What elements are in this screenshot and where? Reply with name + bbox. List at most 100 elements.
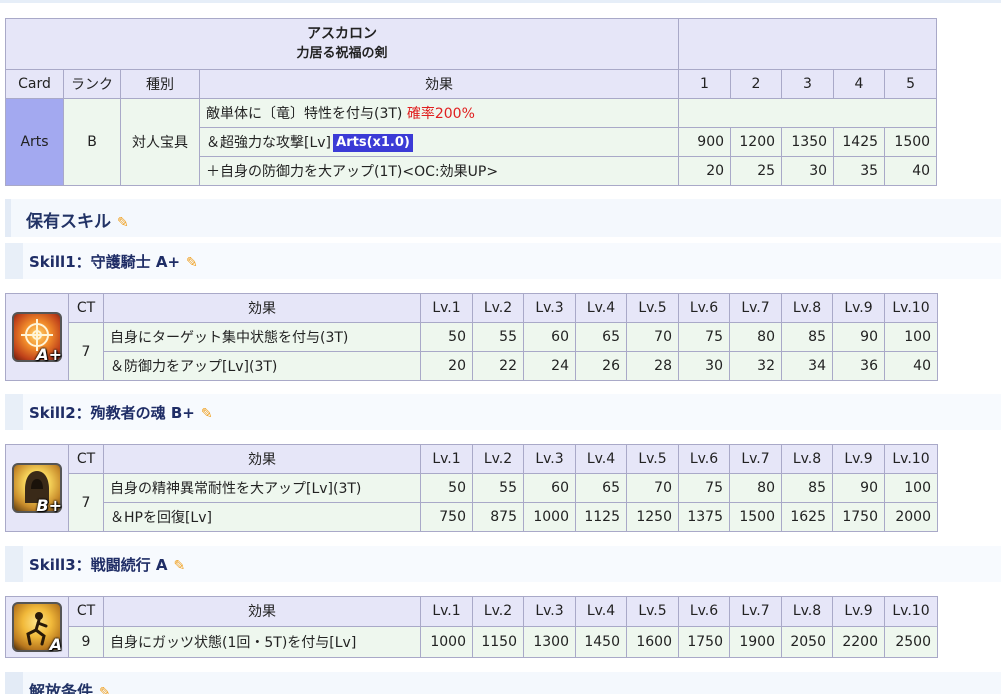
skill-value: 36: [832, 351, 885, 381]
skill1-header: Skill1：守護騎士 A+ ✎: [5, 243, 1001, 279]
skill-value: 90: [832, 322, 885, 352]
skill-header-lv: Lv.8: [781, 293, 833, 323]
skill-header-lv: Lv.5: [626, 596, 679, 627]
np-value: 25: [730, 156, 783, 186]
skill-value: 26: [575, 351, 627, 381]
skill2-rank: B+: [36, 496, 62, 515]
skill-header-lv: Lv.10: [884, 293, 938, 323]
skill-value: 1375: [678, 502, 730, 532]
np-header-type: 種別: [120, 69, 200, 99]
release-conditions-title-wrap: 解放条件 ✎: [29, 678, 111, 694]
np-value: 1500: [884, 127, 938, 157]
skill1-title-wrap: Skill1：守護騎士 A+ ✎: [29, 251, 198, 272]
np-title-blank: [678, 18, 938, 70]
skill3-title-wrap: Skill3：戦闘続行 A ✎: [29, 554, 185, 575]
np-value: 900: [678, 127, 732, 157]
skill-effect-text: ＆HPを回復[Lv]: [103, 502, 421, 532]
skill-value: 1450: [575, 625, 627, 659]
skill3-rank: A: [49, 635, 62, 654]
skill-value: 1150: [472, 625, 524, 659]
skill-header-effect: 効果: [103, 444, 421, 474]
skill-value: 24: [523, 351, 576, 381]
skill-header-lv: Lv.4: [575, 444, 627, 474]
pencil-icon[interactable]: ✎: [201, 406, 213, 422]
np-header-lv1: 1: [678, 69, 732, 99]
skill-value: 75: [678, 473, 730, 503]
skill1-ct: 7: [68, 322, 104, 381]
skill-header-lv: Lv.7: [729, 596, 782, 627]
skill-header-lv: Lv.6: [678, 444, 730, 474]
skill-header-effect: 効果: [103, 293, 421, 323]
skill-value: 100: [884, 473, 938, 503]
skill-value: 40: [884, 351, 938, 381]
skill-header-lv: Lv.8: [781, 444, 833, 474]
np-header-lv3: 3: [781, 69, 835, 99]
np-value: 30: [781, 156, 835, 186]
top-divider: [0, 0, 1001, 3]
skill-effect-text: 自身の精神異常耐性を大アップ[Lv](3T): [103, 473, 421, 503]
np-effect-row: ＋自身の防御力を大アップ(1T)<OC:効果UP>: [198, 156, 680, 186]
pencil-icon[interactable]: ✎: [173, 558, 185, 574]
skill-header-lv: Lv.3: [523, 596, 576, 627]
skill-value: 60: [523, 322, 576, 352]
release-conditions-title: 解放条件: [29, 682, 94, 694]
np-title-cell: アスカロン 力居る祝福の剣: [4, 18, 680, 70]
np-card-type: Arts: [5, 98, 64, 186]
skill-value: 85: [781, 322, 833, 352]
skill-header-lv: Lv.1: [420, 293, 473, 323]
skill-value: 1500: [729, 502, 782, 532]
skill-header-lv: Lv.10: [884, 596, 938, 627]
np-value: 1425: [833, 127, 886, 157]
np-header-lv4: 4: [833, 69, 886, 99]
skill-value: 2200: [832, 625, 885, 659]
skill-value: 30: [678, 351, 730, 381]
skill-value: 22: [472, 351, 524, 381]
skills-section-title: 保有スキル: [26, 212, 111, 232]
skill-value: 750: [420, 502, 473, 532]
skill-header-ct: CT: [68, 596, 104, 627]
skill-header-ct: CT: [68, 293, 104, 323]
skill1-rank: A+: [36, 345, 62, 364]
skill-header-effect: 効果: [103, 596, 421, 627]
pencil-icon[interactable]: ✎: [117, 215, 129, 231]
arts-multiplier-badge: Arts(x1.0): [333, 134, 414, 152]
pencil-icon[interactable]: ✎: [99, 685, 111, 694]
np-effect-row: 敵単体に〔竜〕特性を付与(3T) 確率200%: [198, 98, 680, 128]
skill-header-lv: Lv.1: [420, 444, 473, 474]
skill-value: 1750: [678, 625, 730, 659]
skill-header-lv: Lv.1: [420, 596, 473, 627]
skill-value: 1125: [575, 502, 627, 532]
skill-header-lv: Lv.4: [575, 596, 627, 627]
skill-effect-text: 自身にガッツ状態(1回・5T)を付与[Lv]: [103, 625, 421, 659]
skill3-table: A CT 効果 Lv.1 Lv.2 Lv.3 Lv.4 Lv.5 Lv.6 Lv…: [5, 596, 938, 659]
np-value: 1200: [730, 127, 783, 157]
skill-header-lv: Lv.2: [472, 596, 524, 627]
hooded-figure-icon: B+: [12, 463, 62, 515]
skill-value: 20: [420, 351, 473, 381]
skill-value: 80: [729, 322, 782, 352]
np-header-rank: ランク: [63, 69, 121, 99]
kneeling-figure-icon: A: [12, 602, 62, 654]
skill-value: 60: [523, 473, 576, 503]
np-header-card: Card: [5, 69, 64, 99]
skill-header-lv: Lv.7: [729, 444, 782, 474]
np-subtitle: 力居る祝福の剣: [296, 46, 388, 61]
pencil-icon[interactable]: ✎: [186, 255, 198, 271]
np-header-lv5: 5: [884, 69, 938, 99]
skill3-icon-cell: A: [5, 596, 69, 658]
np-value: 1350: [781, 127, 835, 157]
skill-header-lv: Lv.5: [626, 293, 679, 323]
skill3-header: Skill3：戦闘続行 A ✎: [5, 546, 1001, 582]
skill2-title-wrap: Skill2：殉教者の魂 B+ ✎: [29, 402, 213, 423]
skill-header-lv: Lv.3: [523, 293, 576, 323]
skill1-icon-cell: A+: [5, 293, 69, 381]
skill-value: 65: [575, 322, 627, 352]
np-header-lv2: 2: [730, 69, 783, 99]
skills-section-header: 保有スキル ✎: [5, 199, 1001, 237]
skill-header-ct: CT: [68, 444, 104, 474]
skill-header-lv: Lv.4: [575, 293, 627, 323]
np-type: 対人宝具: [120, 98, 200, 186]
skill-value: 2050: [781, 625, 833, 659]
skill-value: 1000: [420, 625, 473, 659]
skill-value: 2500: [884, 625, 938, 659]
